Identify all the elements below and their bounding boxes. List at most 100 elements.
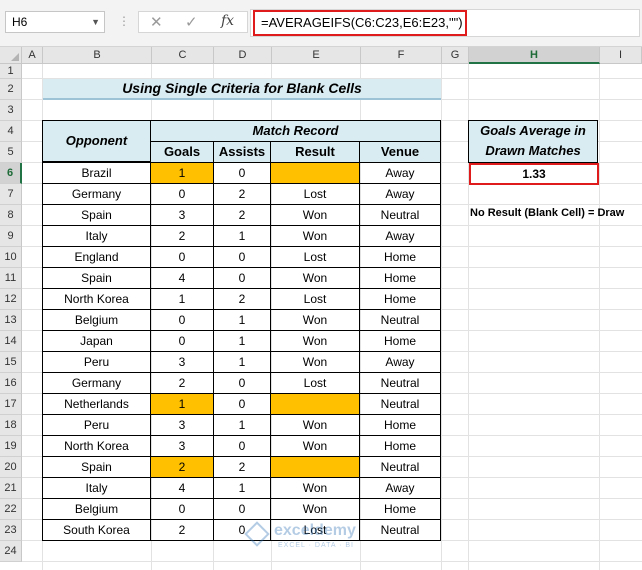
table-cell-venue[interactable]: Neutral [359,372,441,394]
table-cell-result[interactable]: Won [270,204,360,226]
table-cell-assists[interactable]: 0 [213,372,271,394]
table-cell-assists[interactable]: 0 [213,393,271,415]
header-opponent[interactable]: Opponent [42,120,151,162]
table-cell-assists[interactable]: 0 [213,246,271,268]
table-cell-goals[interactable]: 2 [150,456,214,478]
table-cell-assists[interactable]: 2 [213,183,271,205]
row-header-21[interactable]: 21 [0,478,22,499]
sheet-title[interactable]: Using Single Criteria for Blank Cells [43,79,441,100]
row-header-23[interactable]: 23 [0,520,22,541]
row-header-16[interactable]: 16 [0,373,22,394]
table-cell-goals[interactable]: 4 [150,267,214,289]
checkmark-icon[interactable]: ✓ [185,13,198,31]
table-cell-assists[interactable]: 1 [213,477,271,499]
table-cell-venue[interactable]: Away [359,183,441,205]
row-header-1[interactable]: 1 [0,64,22,79]
table-cell-venue[interactable]: Home [359,498,441,520]
table-cell-assists[interactable]: 1 [213,330,271,352]
table-cell-opponent[interactable]: Peru [42,414,151,436]
table-cell-goals[interactable]: 0 [150,330,214,352]
header-match-record[interactable]: Match Record [150,120,441,142]
table-cell-venue[interactable]: Home [359,267,441,289]
table-cell-opponent[interactable]: Belgium [42,498,151,520]
table-cell-venue[interactable]: Neutral [359,393,441,415]
column-header-e[interactable]: E [272,47,361,64]
table-cell-venue[interactable]: Home [359,246,441,268]
table-cell-result[interactable]: Won [270,414,360,436]
table-cell-goals[interactable]: 0 [150,309,214,331]
row-header-9[interactable]: 9 [0,226,22,247]
function-icon[interactable]: fx [221,13,234,29]
column-header-f[interactable]: F [361,47,442,64]
table-cell-goals[interactable]: 3 [150,435,214,457]
table-cell-result[interactable] [270,456,360,478]
row-header-10[interactable]: 10 [0,247,22,268]
table-cell-assists[interactable]: 2 [213,204,271,226]
table-cell-assists[interactable]: 2 [213,288,271,310]
column-header-d[interactable]: D [214,47,272,64]
table-cell-goals[interactable]: 0 [150,183,214,205]
table-cell-result[interactable]: Lost [270,372,360,394]
table-cell-result[interactable]: Won [270,498,360,520]
row-header-2[interactable]: 2 [0,79,22,100]
row-header-5[interactable]: 5 [0,142,22,163]
table-cell-venue[interactable]: Home [359,435,441,457]
column-header-c[interactable]: C [152,47,214,64]
column-header-g[interactable]: G [442,47,469,64]
row-header-3[interactable]: 3 [0,100,22,121]
table-cell-result[interactable]: Won [270,330,360,352]
column-header-h[interactable]: H [469,47,600,64]
table-cell-opponent[interactable]: Germany [42,183,151,205]
column-header-a[interactable]: A [22,47,43,64]
table-cell-assists[interactable]: 1 [213,225,271,247]
table-cell-assists[interactable]: 0 [213,498,271,520]
table-cell-goals[interactable]: 1 [150,393,214,415]
close-icon[interactable]: ✕ [150,13,163,31]
table-cell-opponent[interactable]: Spain [42,267,151,289]
chevron-down-icon[interactable]: ▼ [91,12,100,32]
table-cell-opponent[interactable]: Germany [42,372,151,394]
table-cell-assists[interactable]: 1 [213,309,271,331]
header-result[interactable]: Result [270,141,360,163]
table-cell-opponent[interactable]: Brazil [42,162,151,184]
name-box[interactable]: H6 ▼ [5,11,105,33]
table-cell-opponent[interactable]: England [42,246,151,268]
table-cell-result[interactable]: Won [270,267,360,289]
table-cell-goals[interactable]: 3 [150,414,214,436]
header-assists[interactable]: Assists [213,141,271,163]
table-cell-goals[interactable]: 3 [150,351,214,373]
table-cell-goals[interactable]: 4 [150,477,214,499]
table-cell-result[interactable]: Won [270,225,360,247]
table-cell-venue[interactable]: Neutral [359,519,441,541]
row-header-8[interactable]: 8 [0,205,22,226]
table-cell-venue[interactable]: Away [359,477,441,499]
row-header-22[interactable]: 22 [0,499,22,520]
table-cell-result[interactable]: Won [270,309,360,331]
table-cell-venue[interactable]: Away [359,162,441,184]
row-header-20[interactable]: 20 [0,457,22,478]
header-goals[interactable]: Goals [150,141,214,163]
table-cell-goals[interactable]: 1 [150,288,214,310]
table-cell-assists[interactable]: 0 [213,435,271,457]
table-cell-opponent[interactable]: Italy [42,477,151,499]
table-cell-assists[interactable]: 1 [213,414,271,436]
row-header-7[interactable]: 7 [0,184,22,205]
table-cell-goals[interactable]: 0 [150,246,214,268]
table-cell-opponent[interactable]: North Korea [42,435,151,457]
table-cell-opponent[interactable]: North Korea [42,288,151,310]
result-cell-h6[interactable]: 1.33 [469,163,599,185]
table-cell-venue[interactable]: Neutral [359,204,441,226]
table-cell-goals[interactable]: 0 [150,498,214,520]
table-cell-goals[interactable]: 3 [150,204,214,226]
table-cell-assists[interactable]: 0 [213,162,271,184]
row-header-14[interactable]: 14 [0,331,22,352]
table-cell-opponent[interactable]: Italy [42,225,151,247]
table-cell-assists[interactable]: 1 [213,351,271,373]
table-cell-venue[interactable]: Away [359,351,441,373]
table-cell-result[interactable]: Won [270,435,360,457]
table-cell-goals[interactable]: 2 [150,225,214,247]
table-cell-assists[interactable]: 2 [213,456,271,478]
row-header-4[interactable]: 4 [0,121,22,142]
table-cell-result[interactable]: Lost [270,183,360,205]
table-cell-result[interactable]: Lost [270,246,360,268]
